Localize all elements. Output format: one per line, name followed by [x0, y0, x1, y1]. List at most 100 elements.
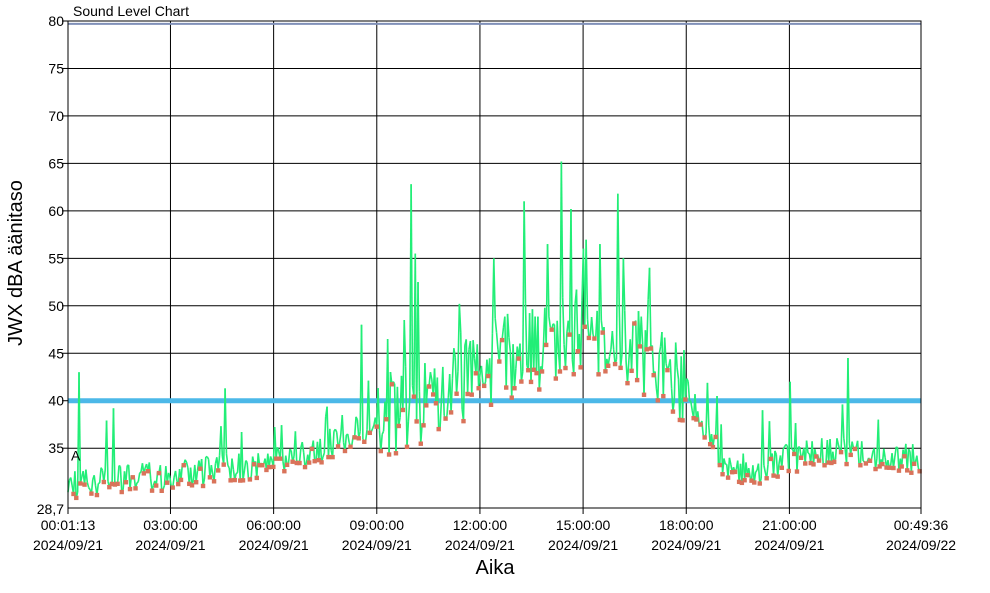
- series-point-marker: [362, 440, 366, 444]
- series-point-marker: [713, 435, 717, 439]
- series-point-marker: [702, 435, 706, 439]
- series-point-marker: [233, 478, 237, 482]
- series-point-marker: [613, 362, 617, 366]
- series-point-marker: [482, 384, 486, 388]
- series-point-marker: [476, 386, 480, 390]
- series-point-marker: [519, 379, 523, 383]
- series-point-marker: [775, 474, 779, 478]
- series-point-marker: [558, 369, 562, 373]
- series-point-marker: [434, 401, 438, 405]
- series-point-marker: [352, 435, 356, 439]
- series-point-marker: [537, 387, 541, 391]
- series-point-marker: [839, 450, 843, 454]
- x-tick-label-time: 06:00:00: [246, 517, 301, 533]
- x-tick-label-date: 2024/09/21: [548, 537, 618, 553]
- series-line-segment: [791, 448, 792, 449]
- series-point-marker: [844, 462, 848, 466]
- series-line-segment: [137, 482, 138, 483]
- series-point-marker: [764, 476, 768, 480]
- series-line-segment: [756, 470, 757, 472]
- series-point-marker: [179, 478, 183, 482]
- series-point-marker: [307, 460, 311, 464]
- series-point-marker: [368, 431, 372, 435]
- series-point-marker: [390, 382, 394, 386]
- series-point-marker: [89, 491, 93, 495]
- series-point-marker: [822, 463, 826, 467]
- series-line-segment: [689, 401, 690, 402]
- series-point-marker: [529, 380, 533, 384]
- series-point-marker: [297, 461, 301, 465]
- series-point-marker: [752, 480, 756, 484]
- series-point-marker: [849, 453, 853, 457]
- series-point-marker: [811, 462, 815, 466]
- series-point-marker: [255, 476, 259, 480]
- series-point-marker: [449, 410, 453, 414]
- series-point-marker: [421, 423, 425, 427]
- series-point-marker: [146, 469, 150, 473]
- series-point-marker: [124, 480, 128, 484]
- series-point-marker: [271, 465, 275, 469]
- y-tick-label: 40: [48, 393, 64, 409]
- series-point-marker: [241, 478, 245, 482]
- series-point-marker: [891, 466, 895, 470]
- x-tick-label-time: 18:00:00: [659, 517, 714, 533]
- series-point-marker: [645, 347, 649, 351]
- series-point-marker: [512, 386, 516, 390]
- series-point-marker: [394, 451, 398, 455]
- series-point-marker: [897, 468, 901, 472]
- y-axis-label: JWX dBA äänitaso: [5, 180, 27, 346]
- x-tick-label-time: 12:00:00: [453, 517, 508, 533]
- series-point-marker: [326, 455, 330, 459]
- series-point-marker: [454, 392, 458, 396]
- series-point-marker: [427, 384, 431, 388]
- series-point-marker: [540, 369, 544, 373]
- series-point-marker: [348, 445, 352, 449]
- y-tick-label: 35: [48, 440, 64, 456]
- series-point-marker: [771, 473, 775, 477]
- series-point-marker: [194, 480, 198, 484]
- series-point-marker: [858, 463, 862, 467]
- series-point-marker: [758, 481, 762, 485]
- series-point-marker: [384, 417, 388, 421]
- series-point-marker: [864, 461, 868, 465]
- series-point-marker: [632, 321, 636, 325]
- series-point-marker: [554, 376, 558, 380]
- series-point-marker: [303, 465, 307, 469]
- series-point-marker: [745, 473, 749, 477]
- series-point-marker: [470, 392, 474, 396]
- series-line-segment: [246, 460, 247, 462]
- series-point-marker: [868, 459, 872, 463]
- series-line-segment: [808, 453, 809, 454]
- series-point-marker: [436, 427, 440, 431]
- series-point-marker: [720, 472, 724, 476]
- series-point-marker: [282, 469, 286, 473]
- chart-title: Sound Level Chart: [73, 3, 189, 19]
- series-point-marker: [718, 463, 722, 467]
- series-point-marker: [500, 338, 504, 342]
- series-point-marker: [642, 393, 646, 397]
- series-point-marker: [649, 346, 653, 350]
- series-point-marker: [357, 436, 361, 440]
- series-point-marker: [336, 444, 340, 448]
- series-point-marker: [78, 481, 82, 485]
- series-point-marker: [792, 452, 796, 456]
- x-axis-label: Aika: [476, 557, 516, 579]
- series-point-marker: [228, 478, 232, 482]
- series-point-marker: [154, 483, 158, 487]
- series-point-marker: [157, 471, 161, 475]
- series-point-marker: [319, 460, 323, 464]
- x-tick-label-date: 2024/09/21: [135, 537, 205, 553]
- series-point-marker: [310, 447, 314, 451]
- series-point-marker: [683, 397, 687, 401]
- series-point-marker: [603, 369, 607, 373]
- series-point-marker: [787, 469, 791, 473]
- y-min-label: 28,7: [37, 501, 64, 517]
- series-point-marker: [583, 325, 587, 329]
- series-point-marker: [733, 470, 737, 474]
- series-point-marker: [190, 483, 194, 487]
- series-point-marker: [443, 416, 447, 420]
- y-tick-label: 70: [48, 108, 64, 124]
- x-tick-label-time: 00:01:13: [41, 517, 96, 533]
- series-point-marker: [102, 480, 106, 484]
- series-line-segment: [98, 483, 99, 484]
